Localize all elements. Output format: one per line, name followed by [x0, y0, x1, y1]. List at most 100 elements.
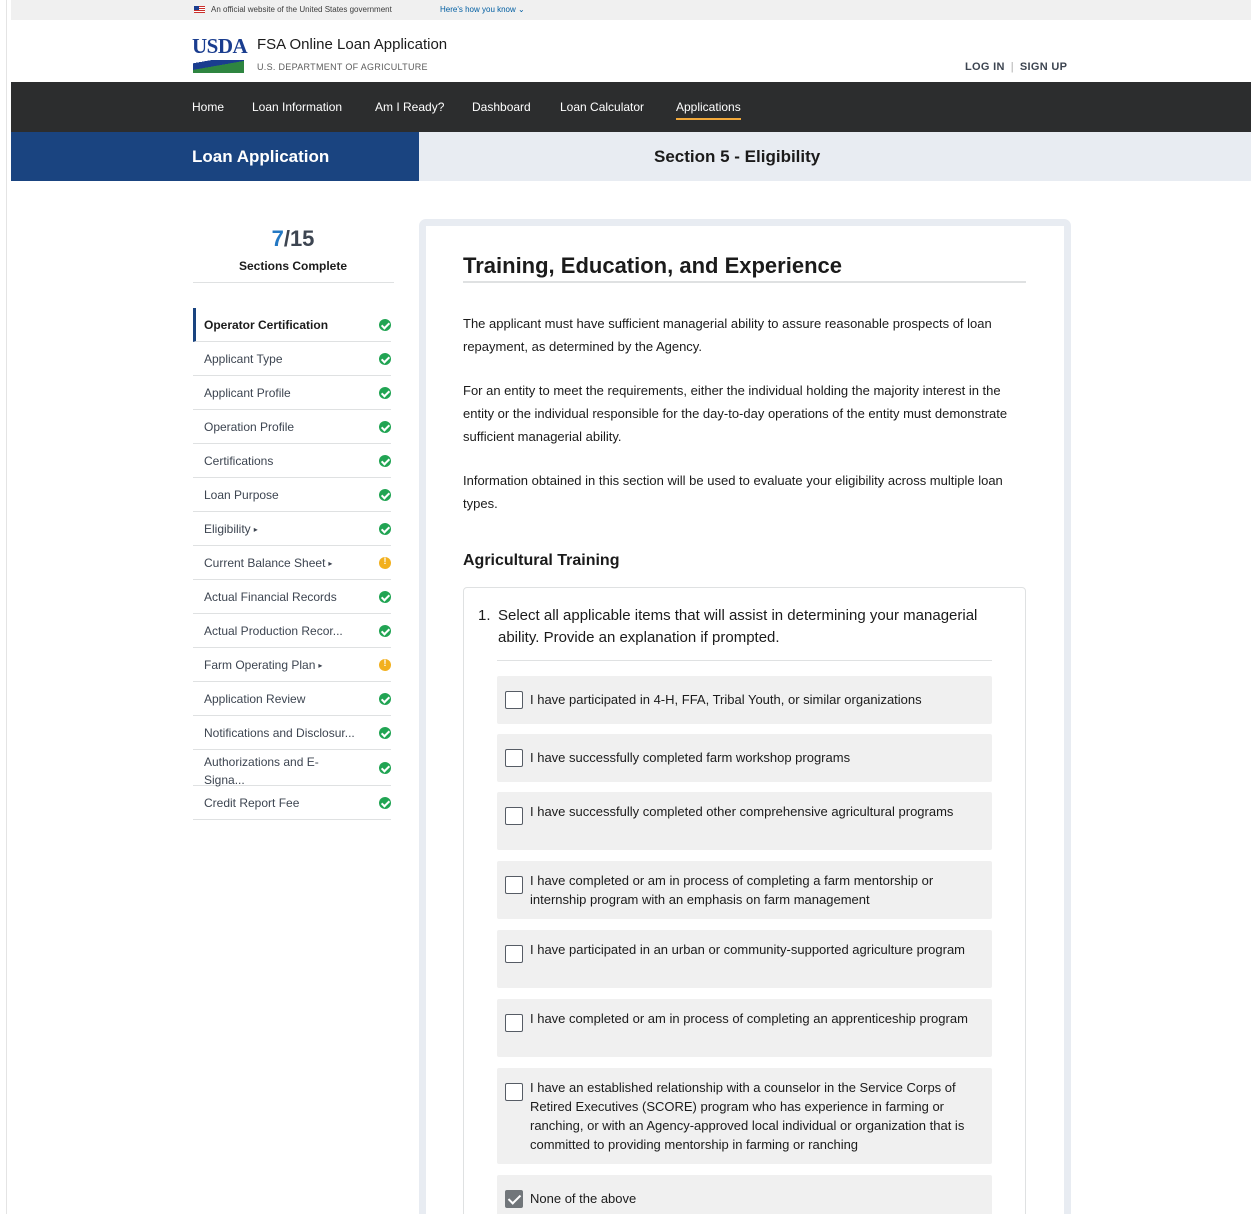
section-item-label: Operation Profile [204, 420, 295, 434]
main-nav: Home Loan Information Am I Ready? Dashbo… [11, 82, 1251, 132]
progress-count: 7/15 [193, 226, 393, 252]
usda-logo-graphic [193, 60, 244, 73]
section-item-label: Current Balance Sheet [204, 556, 326, 570]
auth-links: LOG IN | SIGN UP [965, 61, 1067, 73]
checkbox[interactable] [505, 807, 523, 825]
section-item-applicant-type[interactable]: Applicant Type [193, 342, 391, 376]
checkbox-checked[interactable] [505, 1190, 523, 1208]
section-item-applicant-profile[interactable]: Applicant Profile [193, 376, 391, 410]
section-item-label: Actual Production Recor... [204, 624, 343, 638]
section-title: Section 5 - Eligibility [654, 147, 821, 166]
option-label: I have successfully completed farm works… [530, 750, 851, 765]
checkbox[interactable] [505, 1083, 523, 1101]
section-item-label: Actual Financial Records [204, 590, 337, 604]
check-circle-icon [379, 591, 391, 603]
option-label: I have completed or am in process of com… [530, 1011, 968, 1026]
left-gutter [0, 0, 11, 1214]
entity-paragraph: For an entity to meet the requirements, … [463, 383, 1008, 444]
nav-loan-calculator[interactable]: Loan Calculator [560, 100, 644, 114]
gov-banner: An official website of the United States… [11, 0, 1251, 20]
sections-completed-count: 7 [271, 226, 284, 251]
section-item-notifications-disclosures[interactable]: Notifications and Disclosur... [193, 716, 391, 750]
check-circle-icon [379, 523, 391, 535]
form-card: Training, Education, and Experience The … [419, 219, 1071, 1214]
section-item-current-balance-sheet[interactable]: Current Balance Sheet ▸ [193, 546, 391, 580]
section-item-label-wrap: Eligibility ▸ [204, 522, 369, 536]
check-circle-icon [379, 625, 391, 637]
check-circle-icon [379, 489, 391, 501]
form-title: Training, Education, and Experience [463, 253, 842, 278]
loan-application-title: Loan Application [192, 147, 330, 166]
option-label: I have participated in an urban or commu… [530, 942, 966, 957]
section-item-eligibility[interactable]: Eligibility ▸ [193, 512, 391, 546]
checkbox[interactable] [505, 876, 523, 894]
section-list: Operator Certification Applicant Type Ap… [193, 308, 391, 820]
page: An official website of the United States… [11, 0, 1251, 1214]
option-label: I have participated in 4-H, FFA, Tribal … [530, 692, 922, 707]
us-flag-icon [194, 6, 205, 13]
app-title: FSA Online Loan Application [257, 36, 448, 53]
section-item-label-wrap: Current Balance Sheet ▸ [204, 556, 369, 570]
option-agricultural-programs[interactable]: I have successfully completed other comp… [497, 792, 992, 850]
option-score-counselor[interactable]: I have an established relationship with … [497, 1068, 992, 1164]
question-number: 1. [478, 607, 491, 624]
check-circle-icon [379, 387, 391, 399]
exclamation-circle-icon [379, 556, 391, 569]
check-circle-icon [379, 762, 391, 774]
question-prompt: Select all applicable items that will as… [498, 607, 978, 646]
section-item-label: Operator Certification [204, 318, 329, 332]
checkbox[interactable] [505, 691, 523, 709]
check-circle-icon [379, 797, 391, 809]
option-farm-mentorship[interactable]: I have completed or am in process of com… [497, 861, 992, 919]
section-item-farm-operating-plan[interactable]: Farm Operating Plan ▸ [193, 648, 391, 682]
check-circle-icon [379, 693, 391, 705]
option-apprenticeship[interactable]: I have completed or am in process of com… [497, 999, 992, 1057]
checkbox[interactable] [505, 945, 523, 963]
option-urban-agriculture[interactable]: I have participated in an urban or commu… [497, 930, 992, 988]
option-label: I have completed or am in process of com… [530, 873, 934, 907]
section-item-credit-report-fee[interactable]: Credit Report Fee [193, 786, 391, 820]
caret-right-icon: ▸ [253, 525, 258, 534]
option-label: I have an established relationship with … [530, 1080, 965, 1152]
nav-loan-information[interactable]: Loan Information [252, 100, 342, 114]
progress-divider [193, 282, 394, 283]
section-item-certifications[interactable]: Certifications [193, 444, 391, 478]
section-item-operator-certification[interactable]: Operator Certification [193, 308, 391, 342]
section-item-label: Application Review [204, 692, 306, 706]
check-circle-icon [379, 727, 391, 739]
section-item-actual-production-records[interactable]: Actual Production Recor... [193, 614, 391, 648]
usda-logo[interactable]: USDA [192, 36, 248, 74]
gov-banner-text: An official website of the United States… [211, 5, 392, 14]
section-item-authorizations-esignatures[interactable]: Authorizations and E-Signa... [193, 750, 391, 787]
agricultural-training-heading: Agricultural Training [463, 552, 620, 569]
checkbox[interactable] [505, 1014, 523, 1032]
check-circle-icon [379, 353, 391, 365]
section-item-label: Applicant Type [204, 352, 283, 366]
section-item-application-review[interactable]: Application Review [193, 682, 391, 716]
question-divider [497, 660, 992, 661]
check-circle-icon [379, 455, 391, 467]
question-box: 1. Select all applicable items that will… [463, 587, 1026, 1214]
section-item-label: Applicant Profile [204, 386, 291, 400]
exclamation-circle-icon [379, 658, 391, 671]
checkbox[interactable] [505, 749, 523, 767]
login-link[interactable]: LOG IN [965, 61, 1005, 73]
nav-am-i-ready[interactable]: Am I Ready? [375, 100, 444, 114]
section-item-label: Notifications and Disclosur... [204, 726, 355, 740]
sections-total-count: /15 [283, 226, 315, 251]
section-item-loan-purpose[interactable]: Loan Purpose [193, 478, 391, 512]
signup-link[interactable]: SIGN UP [1020, 61, 1067, 73]
section-item-actual-financial-records[interactable]: Actual Financial Records [193, 580, 391, 614]
nav-dashboard[interactable]: Dashboard [472, 100, 531, 114]
option-farm-workshop[interactable]: I have successfully completed farm works… [497, 734, 992, 782]
check-circle-icon [379, 421, 391, 433]
nav-home[interactable]: Home [192, 100, 224, 114]
how-you-know-link[interactable]: Here's how you know ⌄ [440, 5, 525, 14]
option-4h-ffa[interactable]: I have participated in 4-H, FFA, Tribal … [497, 676, 992, 724]
option-none-of-the-above[interactable]: None of the above [497, 1175, 992, 1214]
section-item-label: Certifications [204, 454, 274, 468]
section-item-label: Farm Operating Plan [204, 658, 316, 672]
section-item-operation-profile[interactable]: Operation Profile [193, 410, 391, 444]
nav-applications[interactable]: Applications [676, 100, 741, 120]
section-item-label: Loan Purpose [204, 488, 279, 502]
